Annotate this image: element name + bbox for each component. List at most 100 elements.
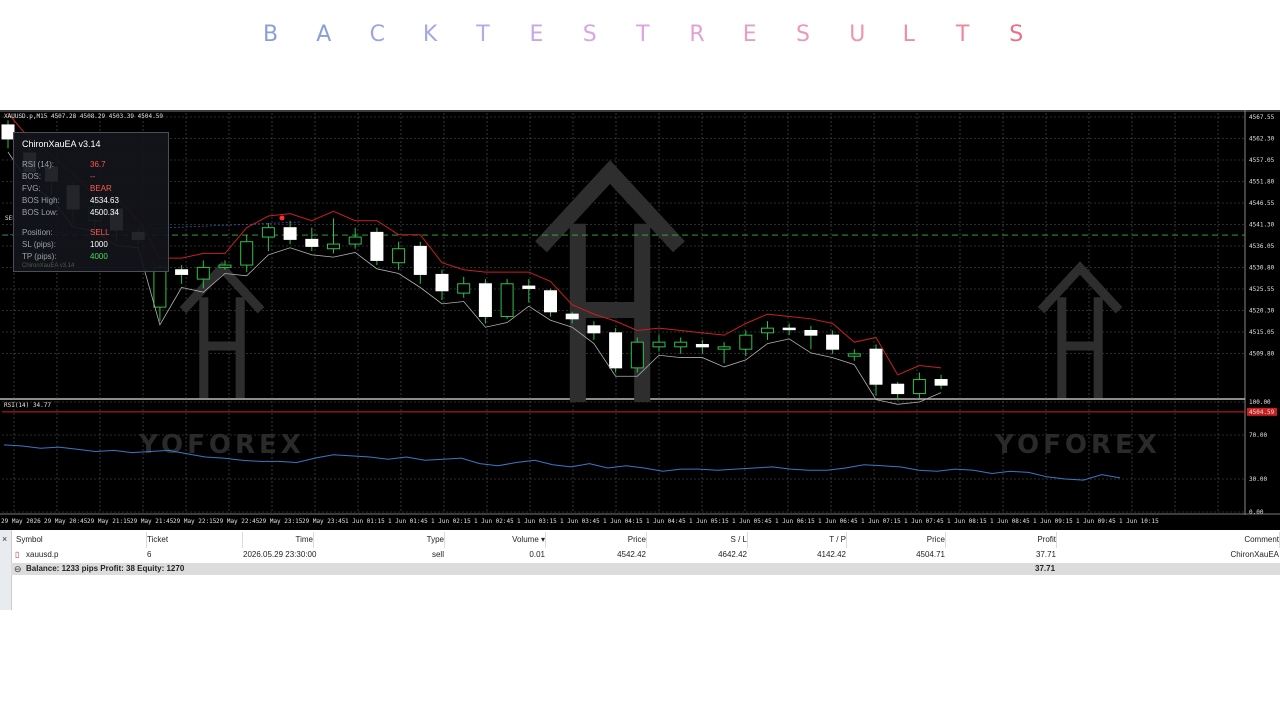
time-tick-label: 29 May 20:45 <box>44 518 88 525</box>
time-tick-label: 29 May 22:15 <box>173 518 217 525</box>
trade-cell: sell <box>431 550 444 559</box>
column-header[interactable]: Ticket <box>147 535 242 544</box>
column-header[interactable]: Time <box>243 535 313 544</box>
candle <box>370 231 384 261</box>
price-tick-label: 4541.30 <box>1249 222 1275 229</box>
price-tick-label: 4551.80 <box>1249 179 1275 186</box>
candle <box>782 327 796 331</box>
time-tick-label: 1 Jun 08:45 <box>990 518 1030 525</box>
time-tick-label: 1 Jun 01:45 <box>388 518 428 525</box>
symbol-info: XAUUSD.p,M15 4507.28 4508.29 4503.39 450… <box>4 113 163 120</box>
candle <box>218 264 232 268</box>
time-tick-label: 29 May 23:45 <box>302 518 346 525</box>
title-letter: E <box>529 22 544 47</box>
watermark-logo-left <box>179 261 265 398</box>
price-tick-label: 4562.30 <box>1249 136 1275 143</box>
info-row-label: BOS High: <box>22 196 60 205</box>
trade-cell: 6 <box>147 550 152 559</box>
column-header[interactable]: Comment <box>1057 535 1279 544</box>
info-row-value: SELL <box>90 228 110 237</box>
title-letter: T <box>476 22 490 47</box>
balance-profit: 37.71 <box>1035 564 1056 573</box>
title-letter: C <box>369 22 385 47</box>
time-tick-label: 1 Jun 09:45 <box>1076 518 1116 525</box>
candle <box>305 238 319 247</box>
candle <box>891 383 905 395</box>
order-icon: ▯ <box>15 550 20 559</box>
ea-info-header: ChironXauEA v3.14 <box>22 139 101 149</box>
trade-arrow <box>279 215 285 221</box>
title-letter: S <box>1009 22 1024 47</box>
trade-cell: 4142.42 <box>817 550 846 559</box>
column-header[interactable]: Price <box>847 535 945 544</box>
candle <box>826 334 840 350</box>
time-tick-label: 1 Jun 07:15 <box>861 518 901 525</box>
candle <box>587 325 601 334</box>
column-header[interactable]: T / P <box>748 535 846 544</box>
time-tick-label: 1 Jun 03:45 <box>560 518 600 525</box>
info-row-label: BOS: <box>22 172 42 181</box>
rsi-label: RSI(14) 34.77 <box>4 402 51 409</box>
candle <box>196 266 210 280</box>
time-tick-label: 1 Jun 07:45 <box>904 518 944 525</box>
candle <box>847 353 861 357</box>
column-header[interactable]: Profit <box>946 535 1056 544</box>
title-letter: T <box>955 22 970 47</box>
price-chart[interactable]: 4567.55 4562.30 4557.05 4551.80 4546.55 4541.… <box>0 110 1280 530</box>
candle <box>934 379 948 386</box>
info-row-label: TP (pips): <box>22 252 57 261</box>
time-tick-label: 29 May 21:45 <box>130 518 174 525</box>
column-header[interactable]: Symbol <box>16 535 146 544</box>
rsi-tick-label: 100.00 <box>1249 399 1271 406</box>
candle <box>327 243 340 250</box>
candle <box>435 273 449 292</box>
title-letter: U <box>849 22 866 47</box>
time-tick-label: 29 May 21:15 <box>87 518 131 525</box>
trade-cell: 4642.42 <box>718 550 747 559</box>
close-icon[interactable]: × <box>2 534 7 544</box>
time-tick-label: 1 Jun 06:15 <box>775 518 815 525</box>
candle <box>761 327 774 334</box>
rsi-tick-label: 30.00 <box>1249 476 1267 483</box>
time-tick-label: 1 Jun 06:45 <box>818 518 858 525</box>
info-row-label: FVG: <box>22 184 41 193</box>
info-row-label: BOS Low: <box>22 208 59 217</box>
trade-cell: 2026.05.29 23:30:00 <box>243 550 317 559</box>
rsi-tick-label: 0.00 <box>1249 509 1264 516</box>
trade-terminal: × Symbol Ticket Time Type Volume ▾ Price S / L… <box>0 530 1280 610</box>
time-tick-label: 1 Jun 10:15 <box>1119 518 1159 525</box>
candle <box>522 285 536 289</box>
column-header[interactable]: S / L <box>647 535 747 544</box>
candle <box>630 341 644 369</box>
price-tick-label: 4536.05 <box>1249 243 1275 250</box>
price-tick-label: 4546.55 <box>1249 200 1275 207</box>
time-tick-label: 29 May 22:45 <box>216 518 260 525</box>
price-tick-label: 4567.55 <box>1249 114 1275 121</box>
candle <box>153 266 167 308</box>
time-tick-label: 1 Jun 02:45 <box>474 518 514 525</box>
title-letter: T <box>636 22 650 47</box>
candle <box>674 341 688 348</box>
chart-canvas[interactable]: 4567.55 4562.30 4557.05 4551.80 4546.55 4541.… <box>0 110 1280 530</box>
column-header[interactable]: Price <box>546 535 646 544</box>
title-letter: S <box>796 22 810 47</box>
price-tick-label: 4530.80 <box>1249 265 1275 272</box>
trade-cell: 37.71 <box>1035 550 1056 559</box>
info-row-value: BEAR <box>90 184 112 193</box>
trade-cell: 0.01 <box>529 550 545 559</box>
candle <box>500 283 514 317</box>
time-tick-label: 29 May 23:15 <box>259 518 303 525</box>
candle <box>261 227 275 238</box>
expand-icon[interactable]: ⊖ <box>14 563 22 575</box>
time-tick-label: 1 Jun 01:15 <box>345 518 385 525</box>
candle <box>869 348 883 385</box>
candle <box>544 290 557 313</box>
info-row-label: Position: <box>22 228 53 237</box>
trade-cell: xauusd.p <box>26 550 59 559</box>
time-tick-label: 1 Jun 03:15 <box>517 518 557 525</box>
price-tick-label: 4509.80 <box>1249 351 1275 358</box>
column-header[interactable]: Volume ▾ <box>445 535 545 544</box>
candle <box>717 346 731 350</box>
time-tick-label: 1 Jun 04:45 <box>646 518 686 525</box>
column-header[interactable]: Type <box>314 535 444 544</box>
